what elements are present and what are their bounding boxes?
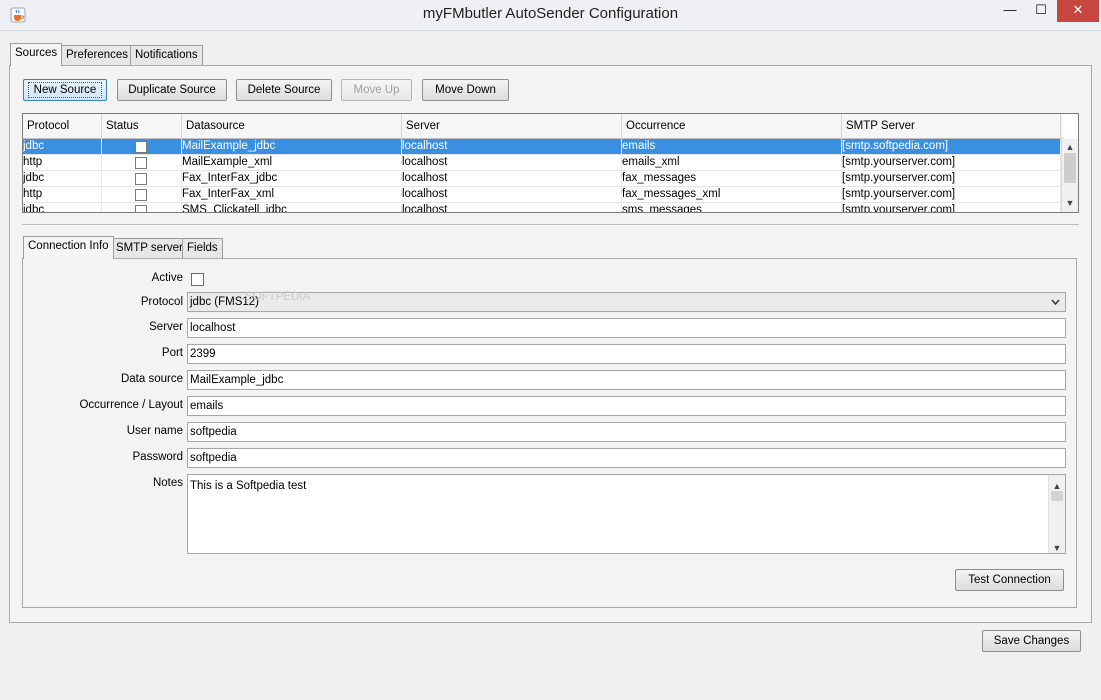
column-header-protocol[interactable]: Protocol [23,114,102,139]
cell-protocol: http [23,187,102,203]
chevron-down-icon [1051,299,1060,306]
window-title: myFMbutler AutoSender Configuration [422,5,679,22]
cell-status [102,187,182,203]
scrollbar-thumb[interactable] [1064,153,1076,183]
new-source-label: New Source [28,82,102,98]
notes-scrollbar[interactable]: ▲ ▼ [1048,475,1065,553]
test-connection-button[interactable]: Test Connection [955,569,1064,591]
arrow-down-icon[interactable]: ▼ [1062,197,1078,210]
sources-table[interactable]: Protocol Status Datasource Server Occurr… [22,113,1079,213]
notes-label: Notes [152,477,183,489]
tab-sources[interactable]: Sources [10,43,63,66]
cell-occurrence: emails [622,139,842,155]
port-input[interactable]: 2399 [187,344,1066,364]
cell-protocol: http [23,155,102,171]
table-row[interactable]: jdbc Fax_InterFax_jdbc localhost fax_mes… [23,171,1061,187]
cell-server: localhost [402,139,622,155]
scrollbar-thumb[interactable] [1051,491,1063,501]
minimize-button[interactable]: — [995,0,1025,22]
cell-datasource: SMS_Clickatell_jdbc [182,203,402,212]
cell-occurrence: fax_messages [622,171,842,187]
maximize-button[interactable]: ☐ [1026,0,1056,22]
table-scrollbar[interactable]: ▲ ▼ [1061,139,1078,212]
table-header: Protocol Status Datasource Server Occurr… [23,114,1063,139]
table-row[interactable]: http Fax_InterFax_xml localhost fax_mess… [23,187,1061,203]
password-label: Password [132,451,184,463]
new-source-button[interactable]: New Source [23,79,107,101]
status-checkbox[interactable] [135,173,147,185]
cell-server: localhost [402,155,622,171]
column-header-server[interactable]: Server [402,114,622,139]
protocol-label: Protocol [140,296,183,308]
cell-status [102,171,182,187]
notes-text: This is a Softpedia test [190,480,307,492]
active-checkbox[interactable] [191,273,204,286]
notes-textarea[interactable]: This is a Softpedia test ▲ ▼ [187,474,1066,554]
tab-connection-info[interactable]: Connection Info [23,236,114,259]
datasource-label: Data source [120,373,183,385]
protocol-select[interactable]: jdbc (FMS12) [187,292,1066,312]
close-button[interactable]: ✕ [1057,0,1099,22]
cell-occurrence: emails_xml [622,155,842,171]
cell-server: localhost [402,187,622,203]
protocol-value: jdbc (FMS12) [190,296,260,308]
arrow-down-icon[interactable]: ▼ [1049,539,1065,557]
cell-smtp-server: [smtp.yourserver.com] [842,203,1061,212]
save-changes-button[interactable]: Save Changes [982,630,1081,652]
status-checkbox[interactable] [135,141,147,153]
cell-status [102,203,182,212]
move-down-button[interactable]: Move Down [422,79,509,101]
table-row[interactable]: jdbc SMS_Clickatell_jdbc localhost sms_m… [23,203,1061,212]
cell-server: localhost [402,203,622,212]
cell-protocol: jdbc [23,171,102,187]
cell-datasource: MailExample_xml [182,155,402,171]
tab-preferences[interactable]: Preferences [61,45,134,66]
column-header-smtp-server[interactable]: SMTP Server [842,114,1061,139]
table-row[interactable]: jdbc MailExample_jdbc localhost emails [… [23,139,1061,155]
cell-status [102,139,182,155]
cell-occurrence: fax_messages_xml [622,187,842,203]
active-label: Active [151,272,183,284]
cell-datasource: MailExample_jdbc [182,139,402,155]
section-divider [22,224,1079,225]
datasource-input[interactable]: MailExample_jdbc [187,370,1066,390]
cell-occurrence: sms_messages [622,203,842,212]
cell-smtp-server: [smtp.yourserver.com] [842,187,1061,203]
cell-smtp-server: [smtp.yourserver.com] [842,155,1061,171]
cell-protocol: jdbc [23,203,102,212]
table-row[interactable]: http MailExample_xml localhost emails_xm… [23,155,1061,171]
cell-smtp-server: [smtp.yourserver.com] [842,171,1061,187]
username-input[interactable]: softpedia [187,422,1066,442]
cell-datasource: Fax_InterFax_jdbc [182,171,402,187]
cell-server: localhost [402,171,622,187]
tab-notifications[interactable]: Notifications [130,45,203,66]
status-checkbox[interactable] [135,157,147,169]
move-up-button[interactable]: Move Up [341,79,412,101]
title-bar: myFMbutler AutoSender Configuration — ☐ … [0,0,1101,31]
occurrence-layout-input[interactable]: emails [187,396,1066,416]
server-input[interactable]: localhost [187,318,1066,338]
cell-smtp-server: [smtp.softpedia.com] [842,139,1061,155]
column-header-occurrence[interactable]: Occurrence [622,114,842,139]
tab-smtp-server[interactable]: SMTP server [111,238,188,259]
column-header-datasource[interactable]: Datasource [182,114,402,139]
username-label: User name [126,425,183,437]
occurrence-layout-label: Occurrence / Layout [79,399,183,411]
port-label: Port [161,347,183,359]
tab-fields[interactable]: Fields [182,238,223,259]
cell-status [102,155,182,171]
duplicate-source-button[interactable]: Duplicate Source [117,79,227,101]
delete-source-button[interactable]: Delete Source [236,79,332,101]
cell-datasource: Fax_InterFax_xml [182,187,402,203]
cell-protocol: jdbc [23,139,102,155]
status-checkbox[interactable] [135,189,147,201]
column-header-status[interactable]: Status [102,114,182,139]
server-label: Server [149,321,183,333]
status-checkbox[interactable] [135,205,147,212]
password-input[interactable]: softpedia [187,448,1066,468]
